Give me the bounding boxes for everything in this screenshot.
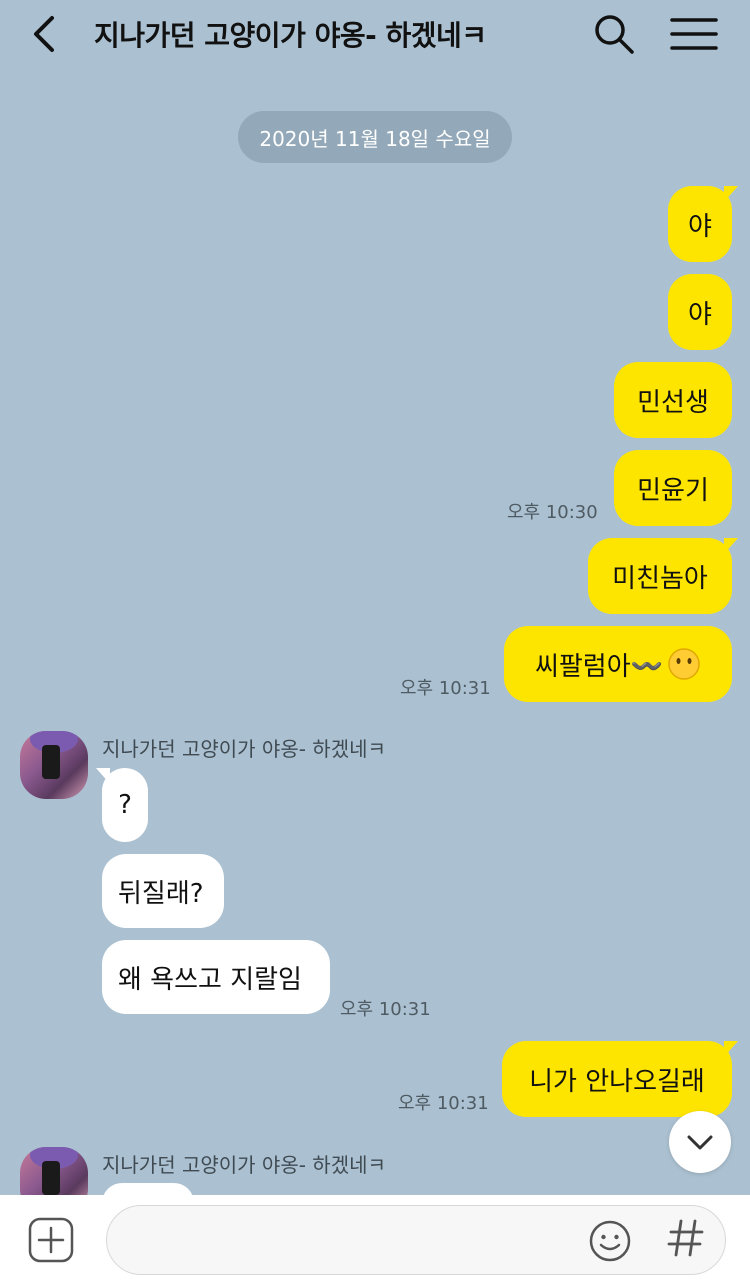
my-message-bubble[interactable]: 니가 안나오길래	[502, 1041, 738, 1117]
message-time: 오후 10:31	[398, 1093, 489, 1114]
friend-avatar[interactable]	[20, 731, 88, 799]
chevron-left-icon	[34, 16, 54, 52]
chevron-down-icon	[687, 1135, 713, 1150]
chat-title: 지나가던 고양이가 야옹- 하겠네ㅋ	[94, 19, 487, 52]
sender-name: 지나가던 고양이가 야옹- 하겠네ㅋ	[102, 737, 386, 761]
friend-message-bubble[interactable]: ?	[96, 768, 148, 842]
date-divider: 2020년 11월 18일 수요일	[238, 111, 512, 163]
search-button[interactable]	[592, 12, 636, 56]
neutral-face-emoji-icon	[668, 648, 700, 680]
my-message-bubble[interactable]: 야	[668, 186, 738, 262]
message-time: 오후 10:31	[340, 999, 431, 1020]
sender-name: 지나가던 고양이가 야옹- 하겠네ㅋ	[102, 1153, 386, 1177]
message-time: 오후 10:31	[400, 678, 491, 699]
message-time: 오후 10:30	[507, 502, 598, 523]
search-icon	[595, 15, 634, 54]
scroll-to-bottom-button[interactable]	[669, 1111, 731, 1173]
my-message-bubble[interactable]: 씨팔럼아〰️	[504, 626, 732, 702]
my-message-bubble[interactable]: 야	[668, 274, 732, 350]
chat-header: 지나가던 고양이가 야옹- 하겠네ㅋ	[0, 0, 750, 70]
message-input[interactable]	[106, 1205, 726, 1275]
friend-message-bubble[interactable]: 왜 욕쓰고 지랄임	[102, 940, 330, 1014]
message-text: 씨팔럼아〰️	[534, 651, 664, 682]
hamburger-menu-icon	[670, 18, 718, 50]
hash-search-button[interactable]	[664, 1213, 708, 1263]
hash-icon	[667, 1219, 704, 1257]
emoji-button[interactable]	[588, 1219, 632, 1263]
message-input-bar	[0, 1195, 750, 1284]
attach-button[interactable]	[28, 1217, 74, 1263]
plus-square-icon	[28, 1217, 74, 1263]
avatar-phone	[42, 745, 60, 779]
back-button[interactable]	[24, 12, 68, 56]
my-message-bubble[interactable]: 민선생	[614, 362, 732, 438]
my-message-bubble[interactable]: 미친놈아	[588, 538, 738, 614]
my-message-bubble[interactable]: 민윤기	[614, 450, 732, 526]
smiley-icon	[589, 1220, 631, 1262]
friend-message-bubble[interactable]: 뒤질래?	[102, 854, 224, 928]
menu-button[interactable]	[668, 12, 720, 56]
avatar-phone	[42, 1161, 60, 1195]
